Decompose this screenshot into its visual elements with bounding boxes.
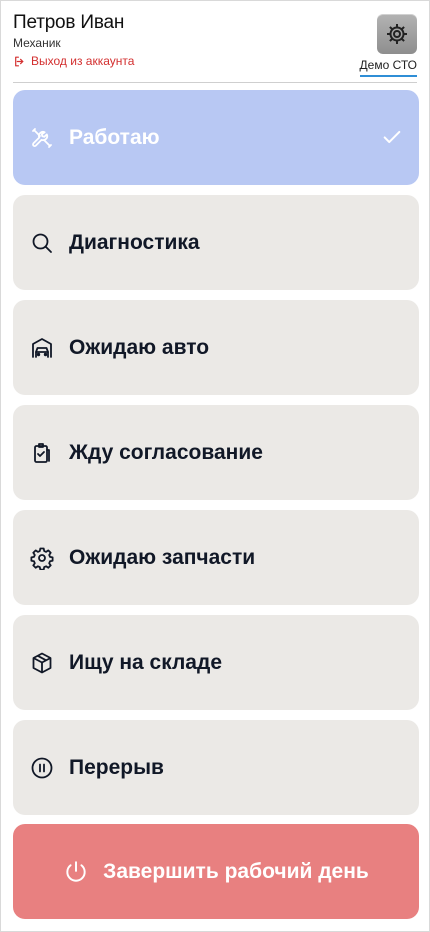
status-searching-warehouse[interactable]: Ищу на складе	[13, 615, 419, 710]
status-label: Перерыв	[69, 755, 164, 779]
status-label: Ищу на складе	[69, 650, 222, 674]
status-awaiting-approval[interactable]: Жду согласование	[13, 405, 419, 500]
garage-car-icon	[30, 336, 54, 360]
company-name[interactable]: Демо СТО	[359, 58, 417, 77]
gear-icon	[30, 546, 54, 570]
logout-icon	[15, 56, 24, 66]
check-icon	[383, 130, 401, 144]
status-label: Диагностика	[69, 230, 200, 254]
logout-link[interactable]: Выход из аккаунта	[13, 54, 134, 68]
status-list: Работаю Диагностика Ожидаю авто Жду согл…	[13, 90, 419, 825]
status-waiting-car[interactable]: Ожидаю авто	[13, 300, 419, 395]
end-workday-label: Завершить рабочий день	[103, 859, 369, 883]
status-label: Ожидаю запчасти	[69, 545, 256, 569]
header-divider	[13, 82, 417, 83]
header: Петров Иван Механик Выход из аккаунта Де…	[1, 1, 429, 83]
status-working[interactable]: Работаю	[13, 90, 419, 185]
status-label: Работаю	[69, 125, 160, 149]
search-icon	[30, 231, 54, 255]
status-label: Жду согласование	[69, 440, 263, 464]
status-label: Ожидаю авто	[69, 335, 210, 359]
gear-icon	[387, 24, 407, 44]
end-workday-button[interactable]: Завершить рабочий день	[13, 824, 419, 919]
status-waiting-parts[interactable]: Ожидаю запчасти	[13, 510, 419, 605]
logout-label: Выход из аккаунта	[31, 54, 135, 68]
user-role: Механик	[13, 36, 61, 50]
status-diagnostics[interactable]: Диагностика	[13, 195, 419, 290]
power-icon	[66, 860, 86, 882]
status-break[interactable]: Перерыв	[13, 720, 419, 815]
clipboard-check-icon	[30, 441, 54, 465]
user-name: Петров Иван	[13, 12, 125, 33]
tools-icon	[30, 126, 54, 150]
box-icon	[30, 651, 54, 675]
pause-icon	[30, 756, 54, 780]
settings-button[interactable]	[377, 14, 417, 54]
